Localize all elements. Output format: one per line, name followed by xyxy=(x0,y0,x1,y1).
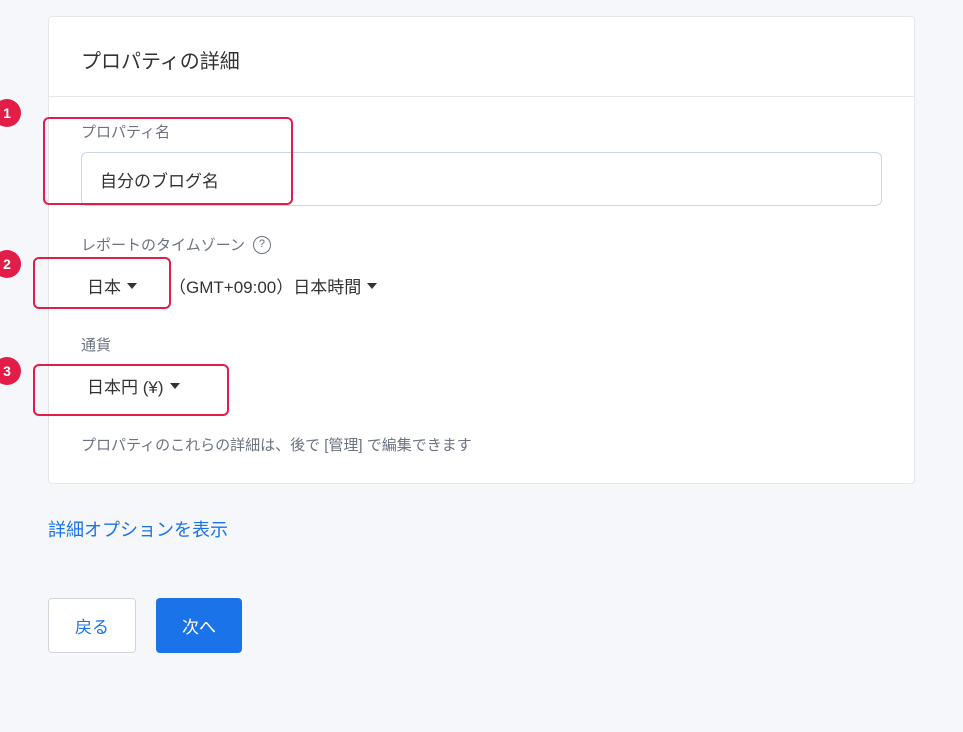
currency-field: 通貨 日本円 (¥) xyxy=(81,334,882,406)
property-name-field: プロパティ名 xyxy=(81,121,882,206)
property-name-input[interactable] xyxy=(81,152,882,206)
help-icon[interactable]: ? xyxy=(253,236,271,254)
annotation-marker-1: 1 xyxy=(0,99,21,127)
caret-down-icon xyxy=(170,383,180,389)
back-button[interactable]: 戻る xyxy=(48,598,136,653)
property-details-card: プロパティの詳細 1 プロパティ名 2 レポートのタイムゾーン ? 日本 xyxy=(48,16,915,484)
currency-label: 通貨 xyxy=(81,334,882,355)
next-button[interactable]: 次へ xyxy=(156,598,242,653)
annotation-marker-2: 2 xyxy=(0,250,21,278)
property-name-label: プロパティ名 xyxy=(81,121,882,142)
card-title: プロパティの詳細 xyxy=(49,17,914,97)
annotation-marker-3: 3 xyxy=(0,357,21,385)
caret-down-icon xyxy=(367,283,377,289)
caret-down-icon xyxy=(127,283,137,289)
button-row: 戻る 次へ xyxy=(48,598,915,653)
edit-later-note: プロパティのこれらの詳細は、後で [管理] で編集できます xyxy=(81,434,882,455)
timezone-offset-dropdown[interactable]: （GMT+09:00）日本時間 xyxy=(163,265,387,306)
timezone-label: レポートのタイムゾーン ? xyxy=(81,234,882,255)
advanced-options-link[interactable]: 詳細オプションを表示 xyxy=(48,516,228,542)
timezone-field: レポートのタイムゾーン ? 日本 （GMT+09:00）日本時間 xyxy=(81,234,882,306)
currency-dropdown[interactable]: 日本円 (¥) xyxy=(81,365,190,406)
timezone-country-dropdown[interactable]: 日本 xyxy=(81,265,147,306)
